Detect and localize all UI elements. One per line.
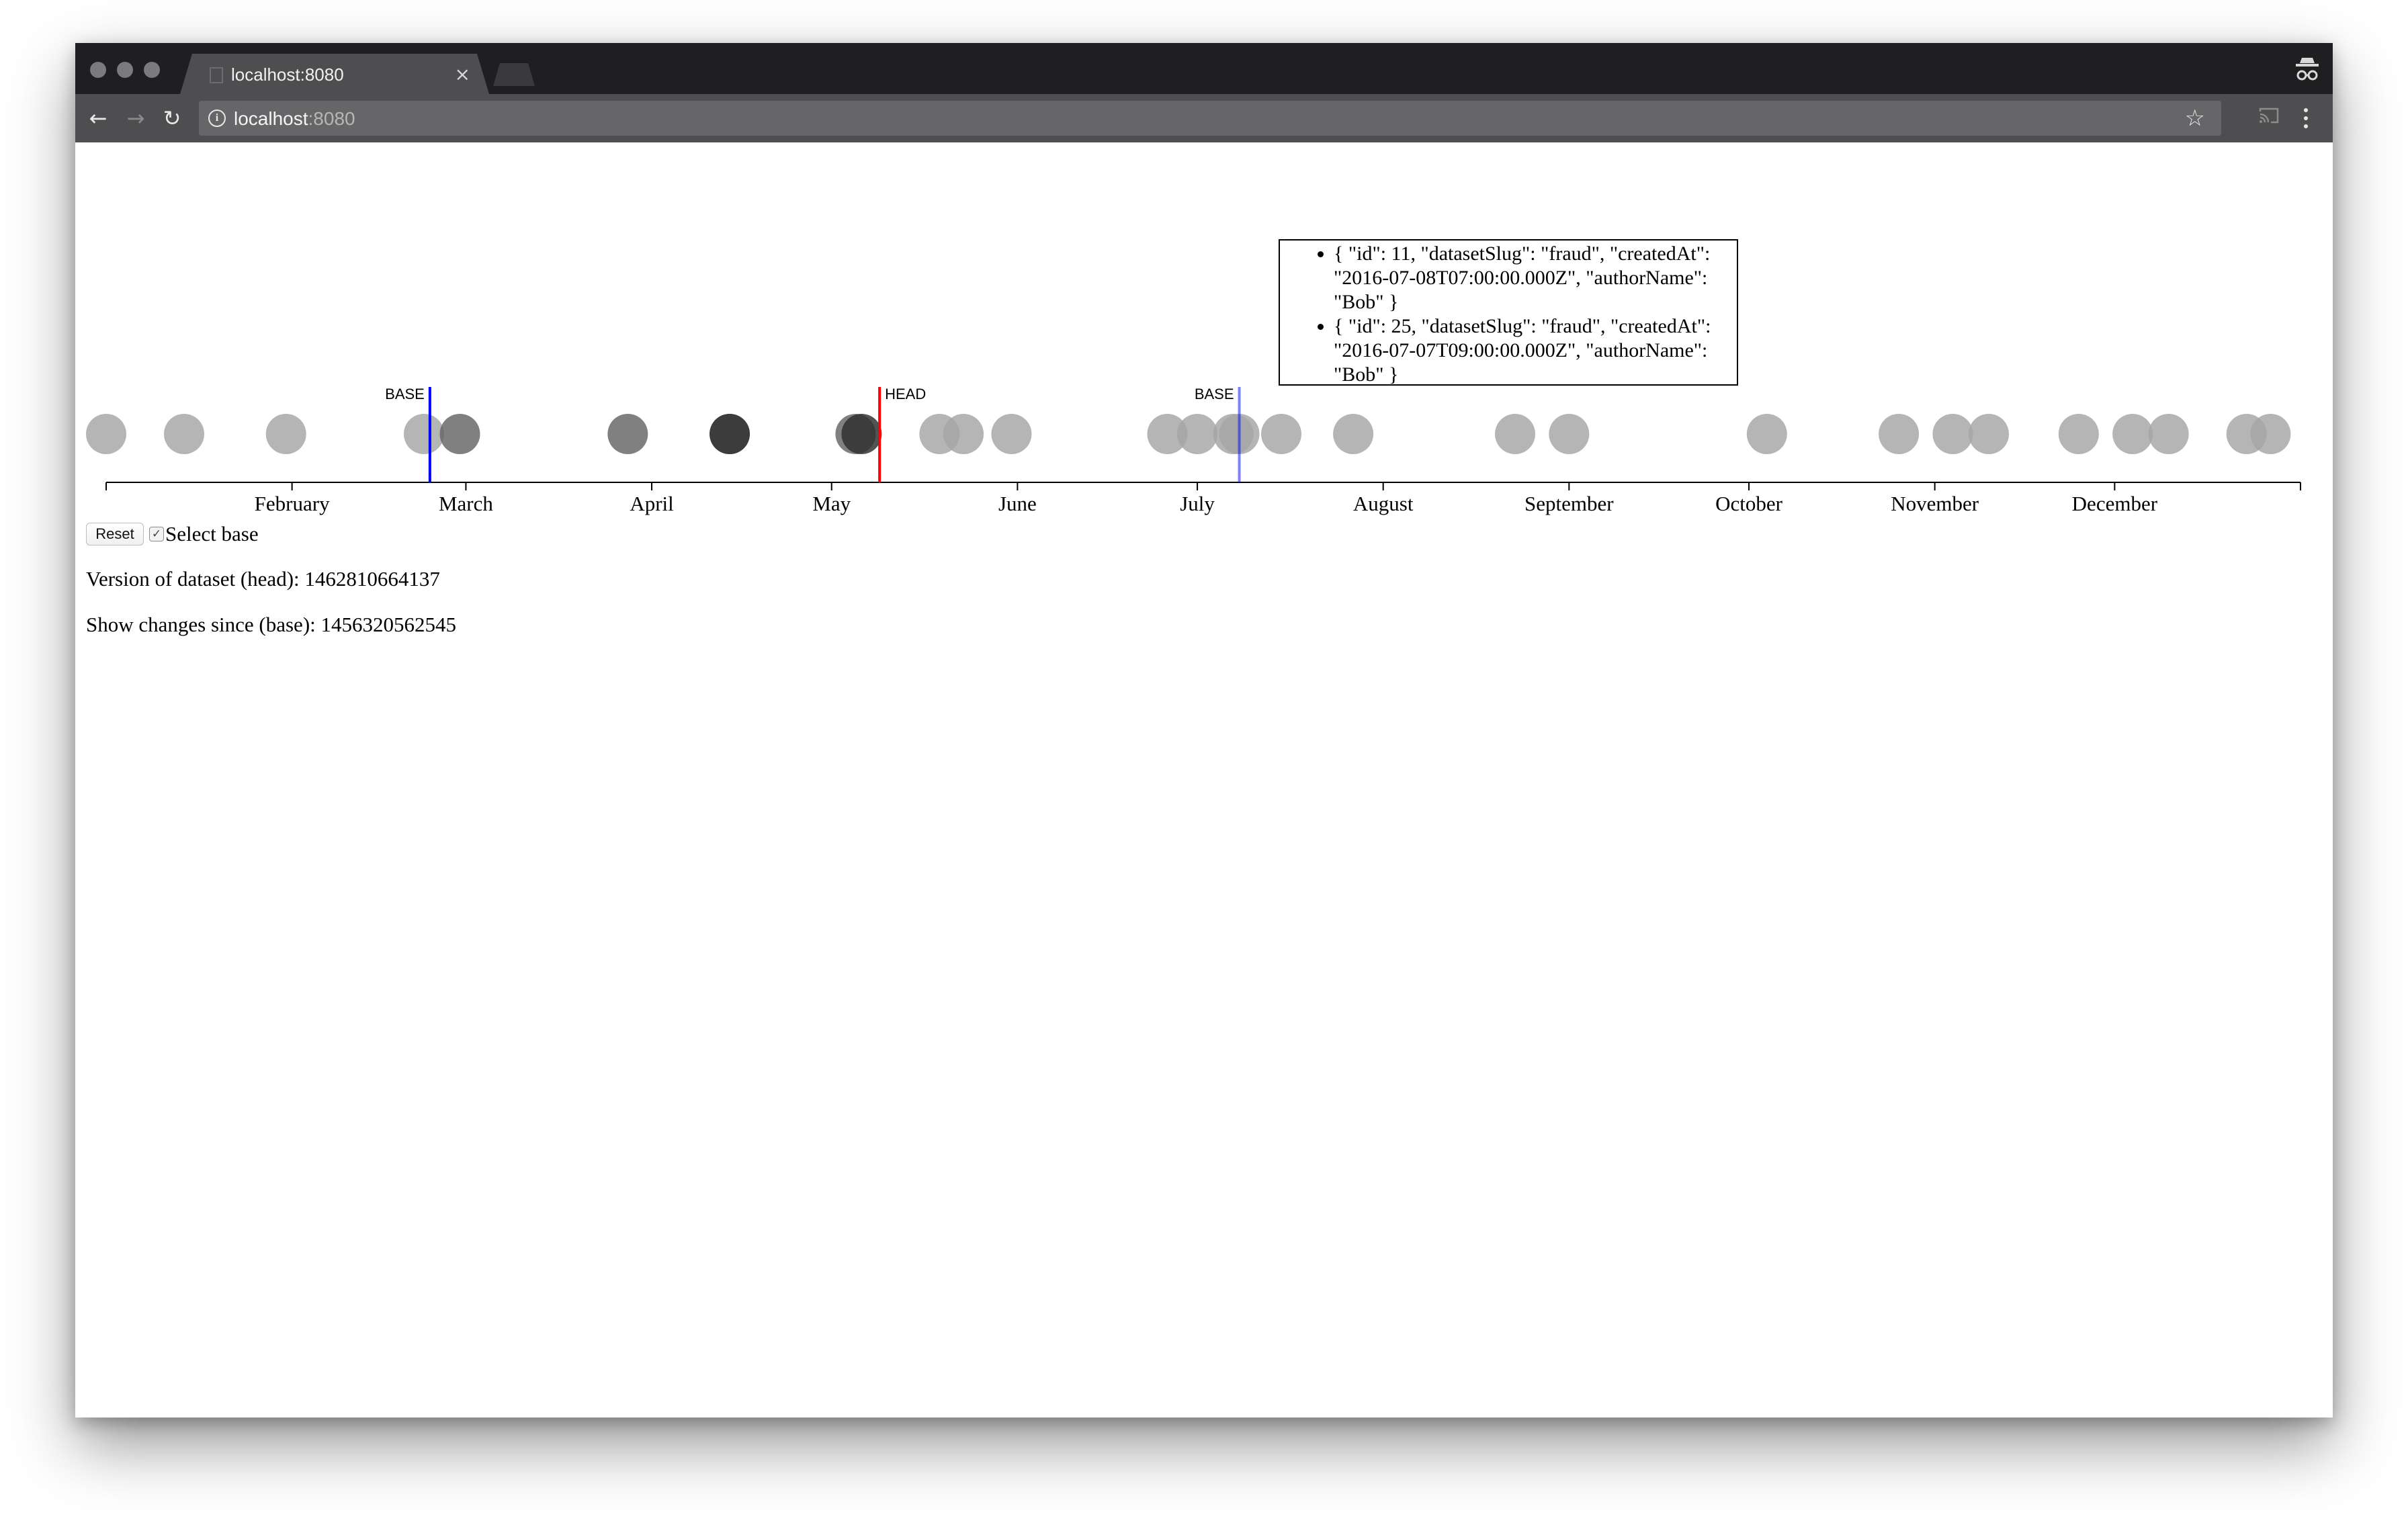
version-dot[interactable]: [1932, 414, 1973, 454]
menu-icon[interactable]: [2299, 106, 2313, 130]
x-axis-label-june: June: [998, 492, 1037, 515]
tooltip-item: { "id": 25, "datasetSlug": "fraud", "cre…: [1334, 314, 1737, 387]
x-axis-label-march: March: [439, 492, 493, 515]
timeline-controls: Reset ✓ Select base: [86, 520, 259, 546]
version-dot[interactable]: [86, 414, 126, 454]
minimize-window-button[interactable]: [117, 62, 133, 78]
forward-arrow-icon[interactable]: →: [122, 105, 149, 132]
tab-title: localhost:8080: [231, 64, 344, 85]
title-bar: localhost:8080 ×: [75, 43, 2333, 94]
version-dot[interactable]: [2250, 414, 2291, 454]
version-dot[interactable]: [1261, 414, 1302, 454]
maximize-window-button[interactable]: [144, 62, 160, 78]
reload-icon[interactable]: ↻: [159, 105, 185, 132]
timeline-chart[interactable]: February March April May June July August Septe…: [75, 142, 2333, 519]
x-axis-label-february: February: [255, 492, 330, 515]
url-text[interactable]: localhost:8080: [234, 108, 355, 130]
x-axis-label-august: August: [1353, 492, 1414, 515]
head-version-text: Version of dataset (head): 1462810664137: [86, 567, 440, 591]
version-dot[interactable]: [1746, 414, 1787, 454]
browser-window: localhost:8080 × ← → ↻ i localhost:8080 …: [75, 43, 2333, 1418]
x-axis-label-may: May: [812, 492, 851, 515]
x-axis-label-november: November: [1891, 492, 1979, 515]
tab-close-icon[interactable]: ×: [455, 63, 470, 85]
select-base-label: Select base: [165, 521, 259, 546]
version-dot[interactable]: [1333, 414, 1374, 454]
version-dot[interactable]: [2112, 414, 2153, 454]
version-dot[interactable]: [1495, 414, 1536, 454]
version-dot[interactable]: [403, 414, 444, 454]
star-icon[interactable]: ☆: [2185, 105, 2205, 132]
reset-button[interactable]: Reset: [86, 522, 144, 546]
version-dot[interactable]: [841, 414, 882, 454]
base-marker-label: BASE: [385, 386, 425, 402]
version-dot[interactable]: [710, 414, 750, 454]
page-content: February March April May June July August Septe…: [75, 142, 2333, 1418]
select-base-checkbox[interactable]: ✓: [149, 526, 164, 541]
head-marker-label: HEAD: [885, 386, 926, 402]
x-axis-label-july: July: [1180, 492, 1215, 515]
x-axis-label-december: December: [2072, 492, 2158, 515]
version-dot[interactable]: [164, 414, 205, 454]
version-dot[interactable]: [1177, 414, 1218, 454]
version-dot[interactable]: [2148, 414, 2189, 454]
base-version-text: Show changes since (base): 1456320562545: [86, 613, 457, 636]
version-dot[interactable]: [607, 414, 648, 454]
close-window-button[interactable]: [90, 62, 106, 78]
version-dot[interactable]: [265, 414, 306, 454]
versions-tooltip: { "id": 11, "datasetSlug": "fraud", "cre…: [1279, 239, 1738, 386]
x-axis-label-september: September: [1524, 492, 1614, 515]
address-bar[interactable]: i localhost:8080 ☆: [199, 101, 2221, 136]
version-dot[interactable]: [943, 414, 984, 454]
page-favicon-icon: [210, 67, 223, 83]
cast-icon[interactable]: [2259, 107, 2279, 124]
x-axis-label-october: October: [1715, 492, 1783, 515]
version-dot[interactable]: [439, 414, 480, 454]
version-dot[interactable]: [2058, 414, 2099, 454]
version-dot[interactable]: [1879, 414, 1920, 454]
tooltip-item: { "id": 11, "datasetSlug": "fraud", "cre…: [1334, 242, 1737, 314]
x-axis-label-april: April: [630, 492, 673, 515]
version-dot[interactable]: [991, 414, 1032, 454]
back-arrow-icon[interactable]: ←: [85, 105, 112, 132]
base-marker-label: BASE: [1195, 386, 1234, 402]
browser-toolbar: ← → ↻ i localhost:8080 ☆: [75, 94, 2333, 142]
new-tab-button[interactable]: [493, 63, 535, 86]
version-dot[interactable]: [1968, 414, 2009, 454]
info-icon[interactable]: i: [208, 110, 226, 127]
browser-tab[interactable]: localhost:8080 ×: [180, 54, 489, 94]
version-dot[interactable]: [1549, 414, 1590, 454]
incognito-icon: [2296, 58, 2319, 81]
